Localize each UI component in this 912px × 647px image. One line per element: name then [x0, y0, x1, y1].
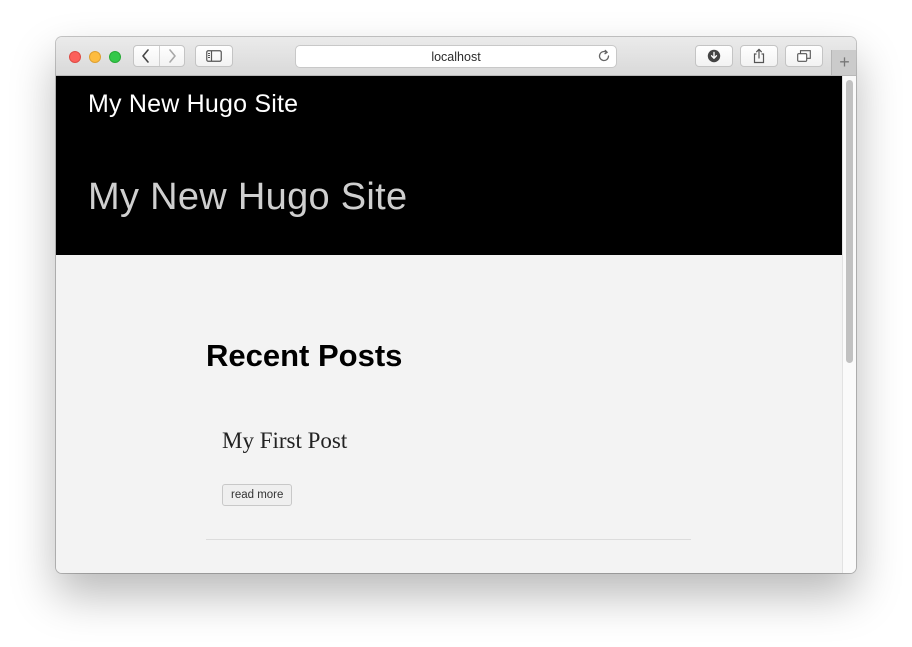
- reload-icon: [598, 49, 610, 62]
- site-header: My New Hugo Site My New Hugo Site: [56, 76, 842, 255]
- navigation-buttons: [133, 45, 185, 67]
- new-tab-button[interactable]: +: [831, 50, 856, 75]
- post-title-link[interactable]: My First Post: [222, 428, 347, 454]
- address-bar-text: localhost: [431, 50, 481, 64]
- browser-toolbar: localhost +: [56, 37, 856, 76]
- minimize-window-button[interactable]: [89, 51, 101, 63]
- scrollbar-thumb[interactable]: [846, 80, 853, 363]
- downloads-button[interactable]: [695, 45, 733, 67]
- back-icon: [142, 49, 150, 63]
- share-icon: [753, 48, 765, 64]
- share-button[interactable]: [740, 45, 778, 67]
- site-brand-link[interactable]: My New Hugo Site: [88, 90, 298, 119]
- hero-title: My New Hugo Site: [88, 176, 408, 218]
- forward-icon: [168, 49, 176, 63]
- page-viewport: My New Hugo Site My New Hugo Site Recent…: [56, 76, 842, 573]
- maximize-window-button[interactable]: [109, 51, 121, 63]
- show-tabs-button[interactable]: [785, 45, 823, 67]
- sidebar-toggle-button[interactable]: [195, 45, 233, 67]
- address-bar[interactable]: localhost: [295, 45, 617, 68]
- download-icon: [707, 49, 721, 63]
- page-scrollbar[interactable]: [842, 76, 856, 573]
- section-title: Recent Posts: [206, 338, 403, 373]
- read-more-button[interactable]: read more: [222, 484, 293, 506]
- close-window-button[interactable]: [69, 51, 81, 63]
- post-divider: [206, 539, 691, 540]
- sidebar-icon: [206, 50, 222, 62]
- back-button[interactable]: [134, 46, 160, 66]
- reload-button[interactable]: [597, 49, 611, 68]
- tabs-icon: [797, 50, 811, 62]
- forward-button[interactable]: [160, 46, 185, 66]
- browser-window: localhost + My New Hugo Site My New Hugo…: [56, 37, 856, 573]
